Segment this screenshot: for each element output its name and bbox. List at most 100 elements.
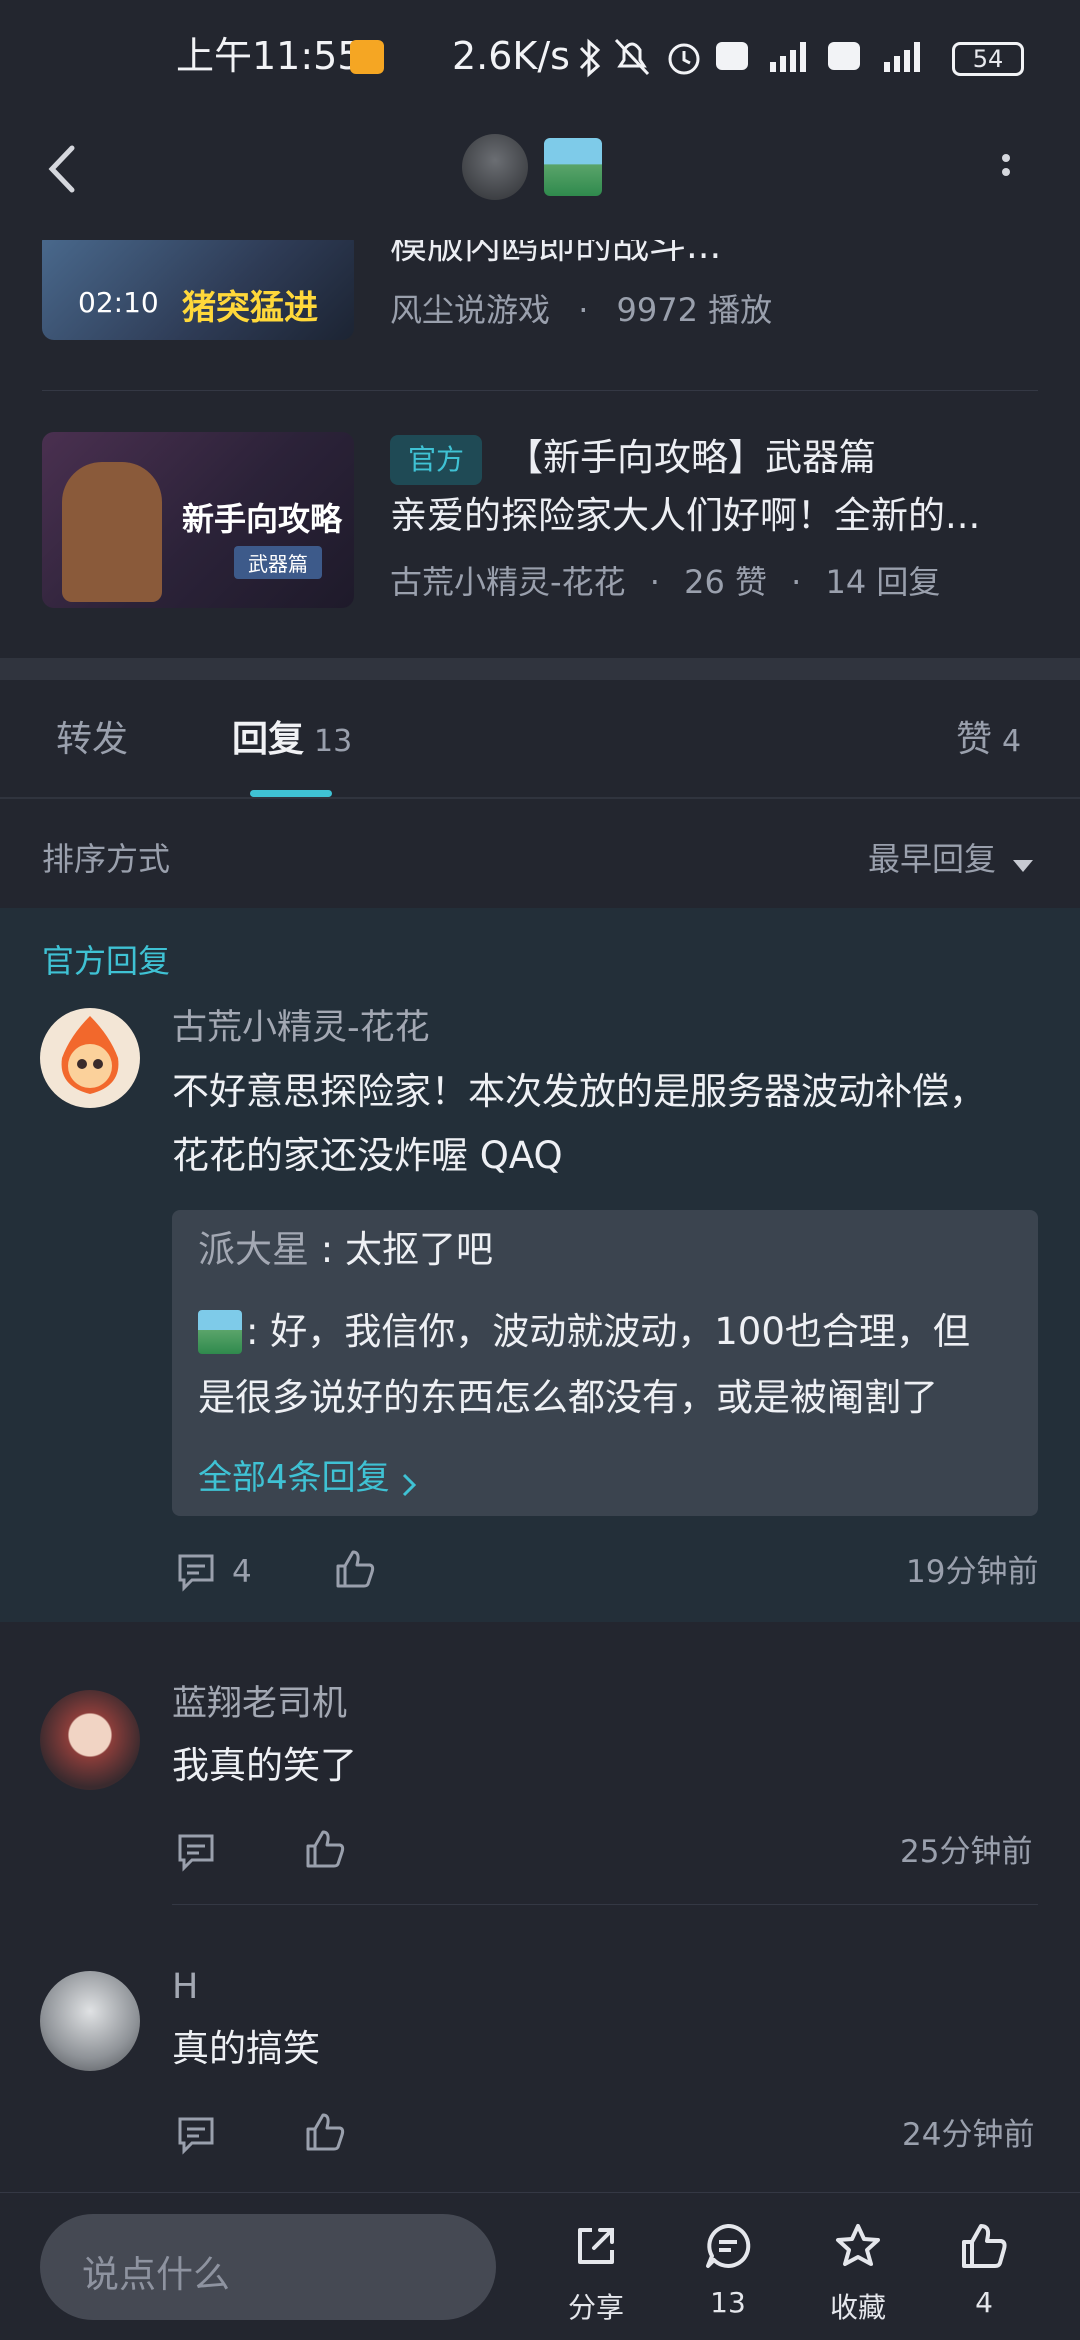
signal-4g-icon-2	[884, 42, 920, 72]
user-avatar-2[interactable]	[544, 138, 602, 196]
post-title-row: 官方 【新手向攻略】武器篇	[390, 434, 1050, 485]
comment-author[interactable]: 古荒小精灵-花花	[172, 1006, 430, 1050]
comment-time: 24分钟前	[902, 2117, 1035, 2153]
favorite-label: 收藏	[829, 2291, 886, 2324]
sort-row: 排序方式 最早回复	[0, 800, 1080, 908]
share-label: 分享	[567, 2291, 624, 2324]
likes-count: 4	[975, 2286, 993, 2319]
sub-reply-avatar[interactable]	[198, 1310, 242, 1354]
user-avatar-1[interactable]	[462, 134, 528, 200]
comment-icon[interactable]	[176, 1552, 216, 1592]
sort-dropdown[interactable]: 最早回复	[868, 834, 1035, 878]
sub-reply-2-line-2: 是很多说好的东西怎么都没有，或是被阉割了	[198, 1376, 938, 1419]
sort-value: 最早回复	[868, 840, 997, 878]
post-author: 古荒小精灵-花花	[390, 563, 626, 601]
post-title: 模版内鸥即的战斗...	[390, 240, 722, 267]
all-replies-label: 全部4条回复	[198, 1458, 390, 1498]
post-thumbnail: 新手向攻略 武器篇	[42, 432, 354, 608]
comments-button[interactable]: 13	[678, 2222, 778, 2334]
bluetooth-icon	[579, 38, 601, 78]
reply-count: 4	[232, 1554, 252, 1590]
comment-input[interactable]: 说点什么	[40, 2214, 496, 2320]
top-nav	[0, 120, 1080, 240]
sub-reply-separator: :	[309, 1228, 345, 1271]
sub-reply-1: 派大星 : 太抠了吧	[198, 1218, 493, 1282]
tab-like-label: 赞	[956, 719, 993, 760]
tab-reply-count: 13	[314, 724, 353, 759]
sub-reply-text: 好，我信你，波动就波动，100也合理，但	[270, 1310, 970, 1353]
video-thumbnail: 02:10 猪突猛进	[42, 240, 354, 340]
comment-icon[interactable]	[176, 1832, 216, 1872]
share-button[interactable]: 分享	[546, 2222, 646, 2334]
post-replies: 14 回复	[825, 563, 941, 601]
video-duration: 02:10	[78, 286, 159, 319]
chevron-right-icon	[402, 1473, 416, 1496]
status-bar: 上午11:55 2.6K/s 54	[0, 0, 1080, 120]
thumbs-up-icon[interactable]	[304, 1828, 346, 1870]
tab-like-count: 4	[1002, 724, 1022, 759]
post-plays: 9972 播放	[616, 291, 773, 329]
divider	[0, 797, 1080, 799]
post-title: 【新手向攻略】武器篇	[506, 436, 877, 479]
comment-author[interactable]: H	[172, 1965, 198, 2009]
comment-text: 不好意思探险家！本次发放的是服务器波动补偿， 花花的家还没炸喔 QAQ	[172, 1060, 1052, 1188]
comment-item: H 真的搞笑 24分钟前	[0, 1905, 1080, 2190]
sort-label: 排序方式	[42, 840, 171, 878]
divider	[0, 2192, 1080, 2193]
tab-reply[interactable]: 回复 13	[232, 718, 352, 764]
active-tab-indicator	[250, 790, 332, 797]
comment-icon[interactable]	[176, 2115, 216, 2155]
mute-bell-icon	[614, 38, 650, 76]
comment-text-line-2: 花花的家还没炸喔 QAQ	[172, 1134, 563, 1177]
post-meta: 风尘说游戏 · 9972 播放	[390, 291, 773, 329]
alarm-icon	[668, 43, 700, 75]
thumbnail-subcaption: 武器篇	[234, 546, 322, 579]
sub-reply-2-line-1: : 好，我信你，波动就波动，100也合理，但	[246, 1300, 970, 1364]
tab-reply-label: 回复	[232, 719, 305, 760]
comment-text: 真的搞笑	[172, 2027, 320, 2070]
hd-icon	[716, 42, 748, 70]
thumbs-up-icon[interactable]	[304, 2111, 346, 2153]
thumbs-up-icon	[962, 2224, 1007, 2268]
sub-reply-separator: :	[246, 1310, 271, 1353]
official-badge: 官方	[390, 434, 483, 485]
post-meta: 古荒小精灵-花花 · 26 赞 · 14 回复	[390, 563, 941, 601]
comment-time: 19分钟前	[906, 1554, 1039, 1590]
related-post-2[interactable]: 新手向攻略 武器篇 官方 【新手向攻略】武器篇 亲爱的探险家大人们好啊！全新的..…	[0, 420, 1080, 620]
thumbnail-caption: 猪突猛进	[182, 288, 318, 328]
more-icon[interactable]	[996, 150, 1016, 190]
related-post-1[interactable]: 02:10 猪突猛进 模版内鸥即的战斗... 风尘说游戏 · 9972 播放	[0, 240, 1080, 390]
status-time: 上午11:55	[176, 34, 362, 78]
post-likes: 26 赞	[684, 563, 767, 601]
hd-icon-2	[828, 42, 860, 70]
sub-reply-text: 太抠了吧	[345, 1228, 493, 1271]
thumbs-up-icon[interactable]	[334, 1548, 376, 1590]
post-author: 风尘说游戏	[390, 291, 551, 329]
favorite-button[interactable]: 收藏	[808, 2222, 908, 2334]
sub-replies-box[interactable]: 派大星 : 太抠了吧 : 好，我信你，波动就波动，100也合理，但 是很多说好的…	[172, 1210, 1038, 1516]
avatar[interactable]	[40, 1008, 140, 1108]
comment-text-line-1: 不好意思探险家！本次发放的是服务器波动补偿，	[172, 1070, 986, 1113]
post-excerpt: 亲爱的探险家大人们好啊！全新的...	[390, 494, 981, 537]
tab-forward[interactable]: 转发	[56, 718, 128, 762]
share-icon	[578, 2228, 614, 2264]
notification-app-icon	[350, 40, 384, 74]
all-replies-link[interactable]: 全部4条回复	[198, 1450, 417, 1499]
tab-bar: 转发 回复 13 赞4	[0, 680, 1080, 798]
character-figure	[62, 462, 162, 602]
comment-author[interactable]: 蓝翔老司机	[172, 1682, 347, 1726]
battery-indicator: 54	[952, 42, 1024, 76]
comments-count: 13	[710, 2286, 746, 2319]
chat-bubble-icon	[706, 2223, 751, 2268]
tab-like[interactable]: 赞4	[956, 718, 1021, 764]
sub-reply-author[interactable]: 派大星	[198, 1228, 309, 1271]
comment-text: 我真的笑了	[172, 1744, 357, 1787]
section-separator	[0, 658, 1080, 680]
star-icon	[836, 2224, 880, 2266]
avatar[interactable]	[40, 1971, 140, 2071]
signal-4g-icon	[770, 42, 806, 72]
like-button[interactable]: 4	[934, 2222, 1034, 2334]
avatar[interactable]	[40, 1690, 140, 1790]
divider	[42, 390, 1038, 391]
back-icon[interactable]	[44, 144, 84, 194]
